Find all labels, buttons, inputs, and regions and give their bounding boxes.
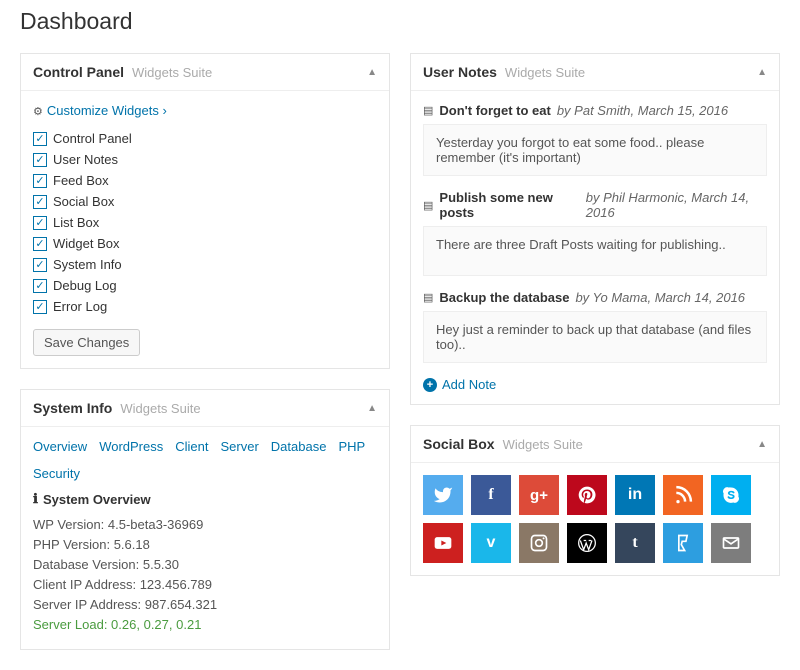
foursquare-icon[interactable] bbox=[663, 523, 703, 563]
user-note: ▤ Backup the database by Yo Mama, March 1… bbox=[423, 290, 767, 363]
tab-database[interactable]: Database bbox=[271, 439, 327, 454]
email-icon[interactable] bbox=[711, 523, 751, 563]
tab-client[interactable]: Client bbox=[175, 439, 208, 454]
collapse-toggle[interactable]: ▲ bbox=[367, 67, 377, 78]
user-notes-title: User Notes bbox=[423, 64, 497, 80]
checkbox-item: ✓ System Info bbox=[33, 254, 377, 275]
checkbox-label: List Box bbox=[53, 215, 99, 230]
googleplus-icon[interactable]: g+ bbox=[519, 475, 559, 515]
checkbox[interactable]: ✓ bbox=[33, 153, 47, 167]
note-title: Don't forget to eat bbox=[439, 103, 550, 118]
checkbox-label: Debug Log bbox=[53, 278, 117, 293]
collapse-toggle[interactable]: ▲ bbox=[367, 403, 377, 414]
suite-label: Widgets Suite bbox=[132, 65, 212, 80]
instagram-icon[interactable] bbox=[519, 523, 559, 563]
skype-icon[interactable] bbox=[711, 475, 751, 515]
info-icon: ℹ bbox=[33, 491, 38, 507]
checkbox-item: ✓ List Box bbox=[33, 212, 377, 233]
note-title: Backup the database bbox=[439, 290, 569, 305]
checkbox[interactable]: ✓ bbox=[33, 195, 47, 209]
checkbox-label: Control Panel bbox=[53, 131, 132, 146]
checkbox-label: User Notes bbox=[53, 152, 118, 167]
document-icon: ▤ bbox=[423, 291, 433, 304]
tab-wordpress[interactable]: WordPress bbox=[99, 439, 163, 454]
checkbox[interactable]: ✓ bbox=[33, 132, 47, 146]
control-panel-title: Control Panel bbox=[33, 64, 124, 80]
add-note-button[interactable]: + Add Note bbox=[423, 377, 767, 392]
checkbox-item: ✓ Control Panel bbox=[33, 128, 377, 149]
checkbox-item: ✓ User Notes bbox=[33, 149, 377, 170]
checkbox-label: Widget Box bbox=[53, 236, 119, 251]
checkbox-item: ✓ Debug Log bbox=[33, 275, 377, 296]
twitter-icon[interactable] bbox=[423, 475, 463, 515]
social-box: Social Box Widgets Suite ▲ fg+ in v t bbox=[410, 425, 780, 576]
checkbox-label: Error Log bbox=[53, 299, 107, 314]
checkbox[interactable]: ✓ bbox=[33, 279, 47, 293]
note-body: Yesterday you forgot to eat some food.. … bbox=[423, 124, 767, 176]
checkbox-label: System Info bbox=[53, 257, 122, 272]
facebook-icon[interactable]: f bbox=[471, 475, 511, 515]
collapse-toggle[interactable]: ▲ bbox=[757, 67, 767, 78]
checkbox-item: ✓ Social Box bbox=[33, 191, 377, 212]
user-note: ▤ Publish some new posts by Phil Harmonic… bbox=[423, 190, 767, 276]
system-info-box: System Info Widgets Suite ▲ Overview Word… bbox=[20, 389, 390, 650]
tab-php[interactable]: PHP bbox=[338, 439, 365, 454]
page-title: Dashboard bbox=[20, 8, 780, 35]
note-byline: by Yo Mama, March 14, 2016 bbox=[575, 290, 745, 305]
checkbox-label: Social Box bbox=[53, 194, 114, 209]
box-header: Control Panel Widgets Suite ▲ bbox=[21, 54, 389, 91]
plus-icon: + bbox=[423, 378, 437, 392]
sys-server-load: Server Load: 0.26, 0.27, 0.21 bbox=[33, 617, 377, 632]
box-header: User Notes Widgets Suite ▲ bbox=[411, 54, 779, 91]
linkedin-icon[interactable]: in bbox=[615, 475, 655, 515]
box-header: System Info Widgets Suite ▲ bbox=[21, 390, 389, 427]
tab-security[interactable]: Security bbox=[33, 466, 80, 481]
checkbox-item: ✓ Widget Box bbox=[33, 233, 377, 254]
note-byline: by Pat Smith, March 15, 2016 bbox=[557, 103, 728, 118]
note-body: There are three Draft Posts waiting for … bbox=[423, 226, 767, 276]
note-body: Hey just a reminder to back up that data… bbox=[423, 311, 767, 363]
note-title: Publish some new posts bbox=[439, 190, 579, 220]
control-panel-box: Control Panel Widgets Suite ▲ ⚙Customize… bbox=[20, 53, 390, 369]
wordpress-icon[interactable] bbox=[567, 523, 607, 563]
tumblr-icon[interactable]: t bbox=[615, 523, 655, 563]
checkbox-item: ✓ Feed Box bbox=[33, 170, 377, 191]
tab-server[interactable]: Server bbox=[221, 439, 259, 454]
checkbox-label: Feed Box bbox=[53, 173, 109, 188]
vimeo-icon[interactable]: v bbox=[471, 523, 511, 563]
sys-db-version: Database Version: 5.5.30 bbox=[33, 557, 377, 572]
tab-overview[interactable]: Overview bbox=[33, 439, 87, 454]
box-header: Social Box Widgets Suite ▲ bbox=[411, 426, 779, 463]
save-changes-button[interactable]: Save Changes bbox=[33, 329, 140, 356]
gear-icon: ⚙ bbox=[33, 106, 43, 118]
user-notes-box: User Notes Widgets Suite ▲ ▤ Don't forget… bbox=[410, 53, 780, 405]
checkbox-item: ✓ Error Log bbox=[33, 296, 377, 317]
system-info-tabs: Overview WordPress Client Server Database PHP… bbox=[33, 439, 377, 481]
system-overview-heading: ℹ System Overview bbox=[33, 491, 377, 507]
pinterest-icon[interactable] bbox=[567, 475, 607, 515]
sys-client-ip: Client IP Address: 123.456.789 bbox=[33, 577, 377, 592]
checkbox[interactable]: ✓ bbox=[33, 258, 47, 272]
sys-wp-version: WP Version: 4.5-beta3-36969 bbox=[33, 517, 377, 532]
suite-label: Widgets Suite bbox=[120, 401, 200, 416]
customize-widgets-link[interactable]: ⚙Customize Widgets › bbox=[33, 103, 377, 118]
note-byline: by Phil Harmonic, March 14, 2016 bbox=[586, 190, 767, 220]
checkbox[interactable]: ✓ bbox=[33, 237, 47, 251]
sys-php-version: PHP Version: 5.6.18 bbox=[33, 537, 377, 552]
suite-label: Widgets Suite bbox=[503, 437, 583, 452]
collapse-toggle[interactable]: ▲ bbox=[757, 439, 767, 450]
checkbox[interactable]: ✓ bbox=[33, 216, 47, 230]
social-box-title: Social Box bbox=[423, 436, 495, 452]
checkbox[interactable]: ✓ bbox=[33, 300, 47, 314]
rss-icon[interactable] bbox=[663, 475, 703, 515]
sys-server-ip: Server IP Address: 987.654.321 bbox=[33, 597, 377, 612]
suite-label: Widgets Suite bbox=[505, 65, 585, 80]
document-icon: ▤ bbox=[423, 199, 433, 212]
document-icon: ▤ bbox=[423, 104, 433, 117]
user-note: ▤ Don't forget to eat by Pat Smith, March… bbox=[423, 103, 767, 176]
youtube-icon[interactable] bbox=[423, 523, 463, 563]
system-info-title: System Info bbox=[33, 400, 112, 416]
checkbox[interactable]: ✓ bbox=[33, 174, 47, 188]
